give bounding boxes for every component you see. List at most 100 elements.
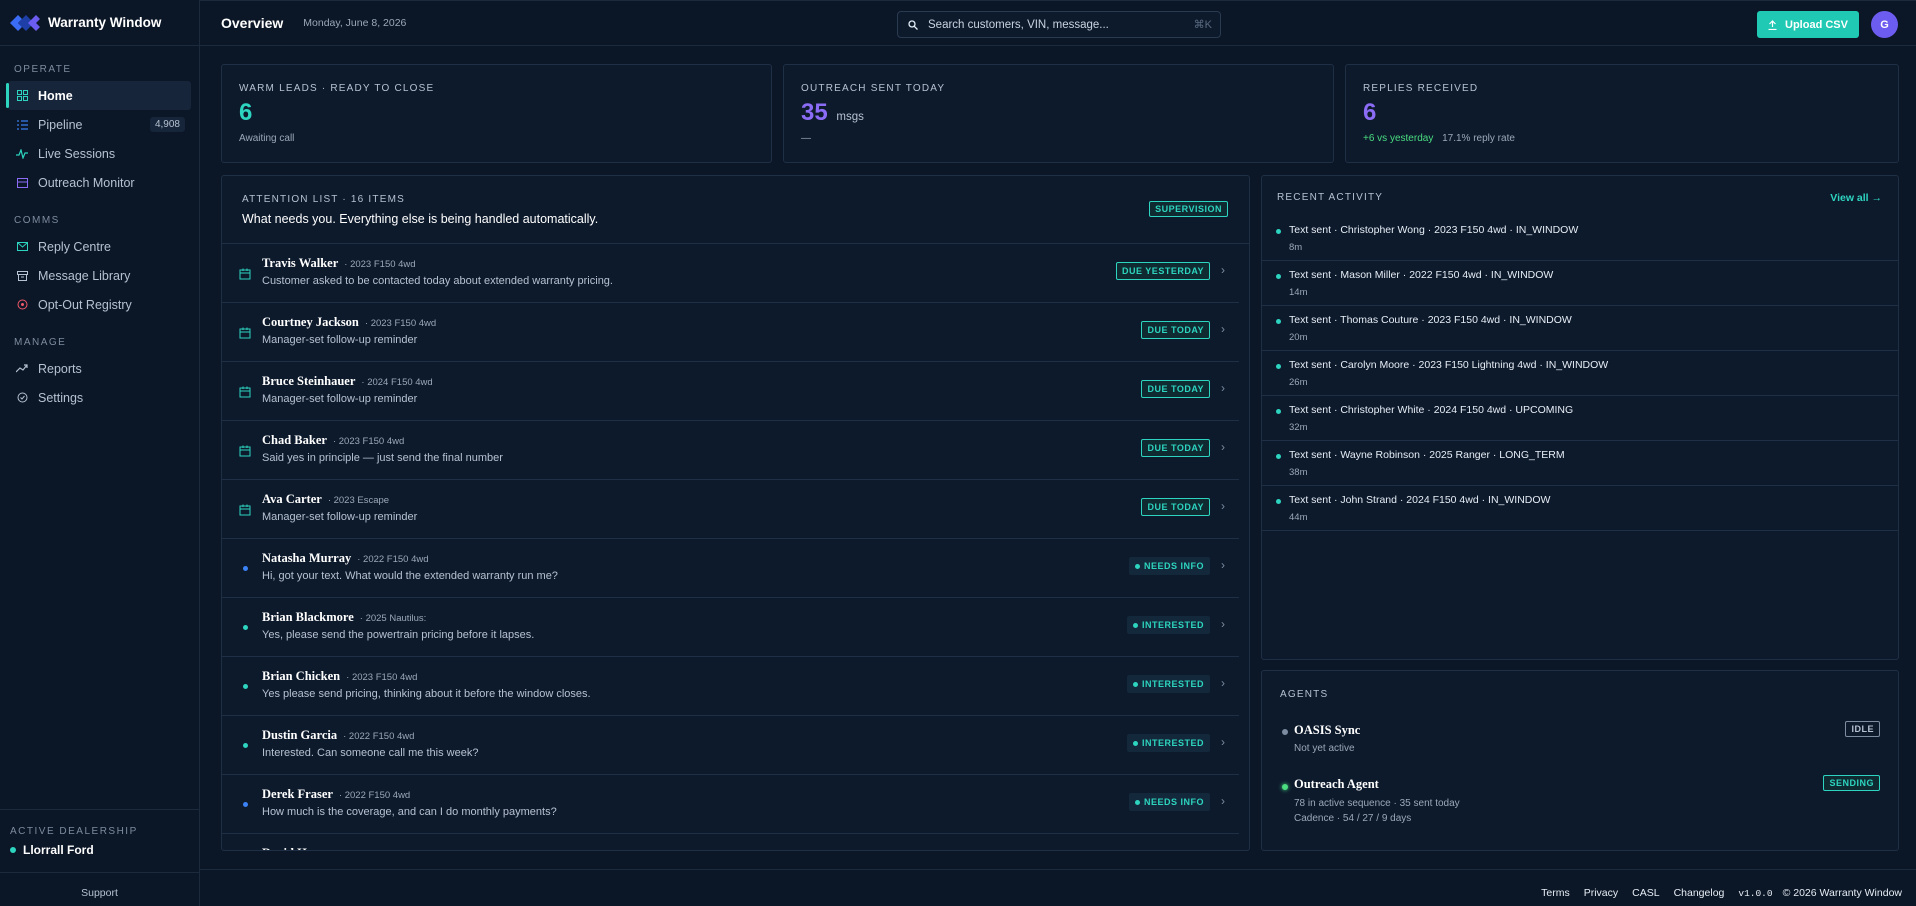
activity-time: 20m	[1289, 332, 1308, 343]
sidebar-item-pipeline[interactable]: Pipeline 4,908	[8, 110, 191, 139]
attention-row[interactable]: Bruce Steinhauer · 2024 F150 4wd Manager-s…	[222, 362, 1239, 421]
page-date: Monday, June 8, 2026	[303, 17, 407, 29]
view-all-link[interactable]: View all →	[1830, 192, 1882, 204]
vehicle-label: · 2023 F150 4wd	[346, 672, 418, 683]
copyright: © 2026 Warranty Window	[1782, 887, 1902, 899]
chevron-right-icon[interactable]: ›	[1221, 676, 1225, 690]
chevron-right-icon[interactable]: ›	[1221, 794, 1225, 808]
customer-name[interactable]: Chad Baker · 2023 F150 4wd	[262, 433, 404, 448]
outreach-agent-name[interactable]: Outreach Agent	[1294, 777, 1379, 792]
status-dot-icon	[243, 802, 248, 807]
attention-row[interactable]: Dustin Garcia · 2022 F150 4wd Interested. …	[222, 716, 1239, 775]
dealership-selector[interactable]: Llorrall Ford	[10, 843, 189, 857]
chevron-right-icon[interactable]: ›	[1221, 617, 1225, 631]
customer-name[interactable]: Ava Carter · 2023 Escape	[262, 492, 389, 507]
outreach-sent-sub: —	[801, 133, 811, 144]
row-message: Yes, please send the powertrain pricing …	[262, 629, 535, 641]
status-badge-wrap: DUE TODAY	[1141, 380, 1210, 398]
vehicle-label: · 2024 F150 4wd	[361, 377, 433, 388]
attention-row[interactable]: Derek Fraser · 2022 F150 4wd How much is t…	[222, 775, 1239, 834]
status-badge-label: DUE TODAY	[1147, 384, 1204, 394]
chevron-right-icon[interactable]: ›	[1221, 440, 1225, 454]
chevron-right-icon[interactable]: ›	[1221, 263, 1225, 277]
activity-item[interactable]: Text sent · Carolyn Moore · 2023 F150 Li…	[1262, 351, 1898, 396]
customer-name[interactable]: Travis Walker · 2023 F150 4wd	[262, 256, 416, 271]
status-badge-dot	[1134, 799, 1140, 805]
status-badge-label: DUE TODAY	[1147, 443, 1204, 453]
activity-item[interactable]: Text sent · Wayne Robinson · 2025 Ranger…	[1262, 441, 1898, 486]
activity-item[interactable]: Text sent · Christopher White · 2024 F15…	[1262, 396, 1898, 441]
attention-row[interactable]: Ava Carter · 2023 Escape Manager-set follo…	[222, 480, 1239, 539]
attention-row[interactable]: Natasha Murray · 2022 F150 4wd Hi, got you…	[222, 539, 1239, 598]
status-badge-dot	[1132, 740, 1138, 746]
chevron-right-icon[interactable]: ›	[1221, 322, 1225, 336]
activity-dot-icon	[1276, 274, 1281, 279]
chevron-right-icon[interactable]: ›	[1221, 499, 1225, 513]
upload-csv-button[interactable]: Upload CSV	[1757, 11, 1859, 38]
activity-item[interactable]: Text sent · John Strand · 2024 F150 4wd …	[1262, 486, 1898, 531]
status-badge-wrap: DUE TODAY	[1141, 439, 1210, 457]
customer-name[interactable]: David Haugen · 2023 Nautilus:	[262, 846, 411, 850]
sidebar-item-label: Opt-Out Registry	[38, 297, 132, 312]
status-badge-wrap: NEEDS INFO	[1128, 557, 1210, 575]
user-avatar[interactable]: G	[1871, 11, 1898, 38]
attention-row[interactable]: Chad Baker · 2023 F150 4wd Said yes in pri…	[222, 421, 1239, 480]
attention-row[interactable]: Brian Blackmore · 2025 Nautilus: Yes, plea…	[222, 598, 1239, 657]
oasis-agent-name[interactable]: OASIS Sync	[1294, 723, 1360, 738]
support-link[interactable]: Support	[0, 872, 199, 906]
customer-name[interactable]: Dustin Garcia · 2022 F150 4wd	[262, 728, 414, 743]
status-badge-label: NEEDS INFO	[1143, 561, 1204, 571]
status-badge: NEEDS INFO	[1128, 557, 1210, 575]
warm-leads-label: WARM LEADS · READY TO CLOSE	[239, 83, 435, 94]
chevron-right-icon[interactable]: ›	[1221, 558, 1225, 572]
sidebar-item-settings[interactable]: Settings	[8, 383, 191, 412]
row-message: How much is the coverage, and can I do m…	[262, 806, 557, 818]
sidebar-item-home[interactable]: Home	[6, 81, 191, 110]
attention-row[interactable]: Brian Chicken · 2023 F150 4wd Yes please s…	[222, 657, 1239, 716]
customer-name-text: Natasha Murray	[262, 551, 352, 565]
outreach-sent-card: OUTREACH SENT TODAY 35 msgs —	[783, 64, 1334, 163]
search-input[interactable]: Search customers, VIN, message... ⌘K	[897, 11, 1221, 38]
customer-name[interactable]: Brian Chicken · 2023 F150 4wd	[262, 669, 417, 684]
active-dealership: ACTIVE DEALERSHIP Llorrall Ford	[0, 809, 199, 857]
customer-name[interactable]: Brian Blackmore · 2025 Nautilus:	[262, 610, 426, 625]
status-dot-icon	[243, 566, 248, 571]
chevron-right-icon[interactable]: ›	[1221, 381, 1225, 395]
status-badge: DUE YESTERDAY	[1115, 262, 1210, 280]
sidebar-item-live-sessions[interactable]: Live Sessions	[8, 139, 191, 168]
sidebar-item-message-library[interactable]: Message Library	[8, 261, 191, 290]
attention-row[interactable]: Courtney Jackson · 2023 F150 4wd Manager-s…	[222, 303, 1239, 362]
list-icon	[16, 119, 28, 131]
sidebar-item-reports[interactable]: Reports	[8, 354, 191, 383]
customer-name-text: Ava Carter	[262, 492, 322, 506]
brand[interactable]: Warranty Window	[0, 0, 199, 46]
privacy-link[interactable]: Privacy	[1584, 887, 1618, 899]
replies-received-value: 6	[1363, 99, 1377, 126]
attention-row[interactable]: Travis Walker · 2023 F150 4wd Customer ask…	[222, 244, 1239, 303]
sidebar-item-opt-out-registry[interactable]: Opt-Out Registry	[8, 290, 191, 319]
vehicle-label: · 2023 Escape	[327, 495, 390, 506]
sidebar-item-outreach-monitor[interactable]: Outreach Monitor	[8, 168, 191, 197]
attention-row[interactable]: David Haugen · 2023 Nautilus:	[222, 834, 1239, 850]
topbar: Overview Monday, June 8, 2026 Search cus…	[200, 0, 1916, 46]
sidebar-item-reply-centre[interactable]: Reply Centre	[8, 232, 191, 261]
customer-name[interactable]: Natasha Murray · 2022 F150 4wd	[262, 551, 429, 566]
attention-header: ATTENTION LIST · 16 ITEMS What needs you…	[222, 176, 1249, 244]
activity-item[interactable]: Text sent · Christopher Wong · 2023 F150…	[1262, 216, 1898, 261]
outreach-agent-cadence: Cadence · 54 / 27 / 9 days	[1294, 813, 1412, 824]
vehicle-label: · 2023 F150 4wd	[344, 259, 416, 270]
attention-title: What needs you. Everything else is being…	[242, 212, 599, 226]
chevron-right-icon[interactable]: ›	[1221, 735, 1225, 749]
grid-icon	[16, 90, 28, 102]
terms-link[interactable]: Terms	[1541, 887, 1570, 899]
customer-name[interactable]: Courtney Jackson · 2023 F150 4wd	[262, 315, 436, 330]
activity-item[interactable]: Text sent · Mason Miller · 2022 F150 4wd…	[1262, 261, 1898, 306]
recent-activity: RECENT ACTIVITY View all → Text sent · C…	[1261, 175, 1899, 660]
customer-name[interactable]: Derek Fraser · 2022 F150 4wd	[262, 787, 410, 802]
activity-item[interactable]: Text sent · Thomas Couture · 2023 F150 4…	[1262, 306, 1898, 351]
changelog-link[interactable]: Changelog	[1674, 887, 1725, 899]
customer-name[interactable]: Bruce Steinhauer · 2024 F150 4wd	[262, 374, 433, 389]
casl-link[interactable]: CASL	[1632, 887, 1659, 899]
customer-name-text: Dustin Garcia	[262, 728, 338, 742]
archive-icon	[16, 270, 28, 282]
